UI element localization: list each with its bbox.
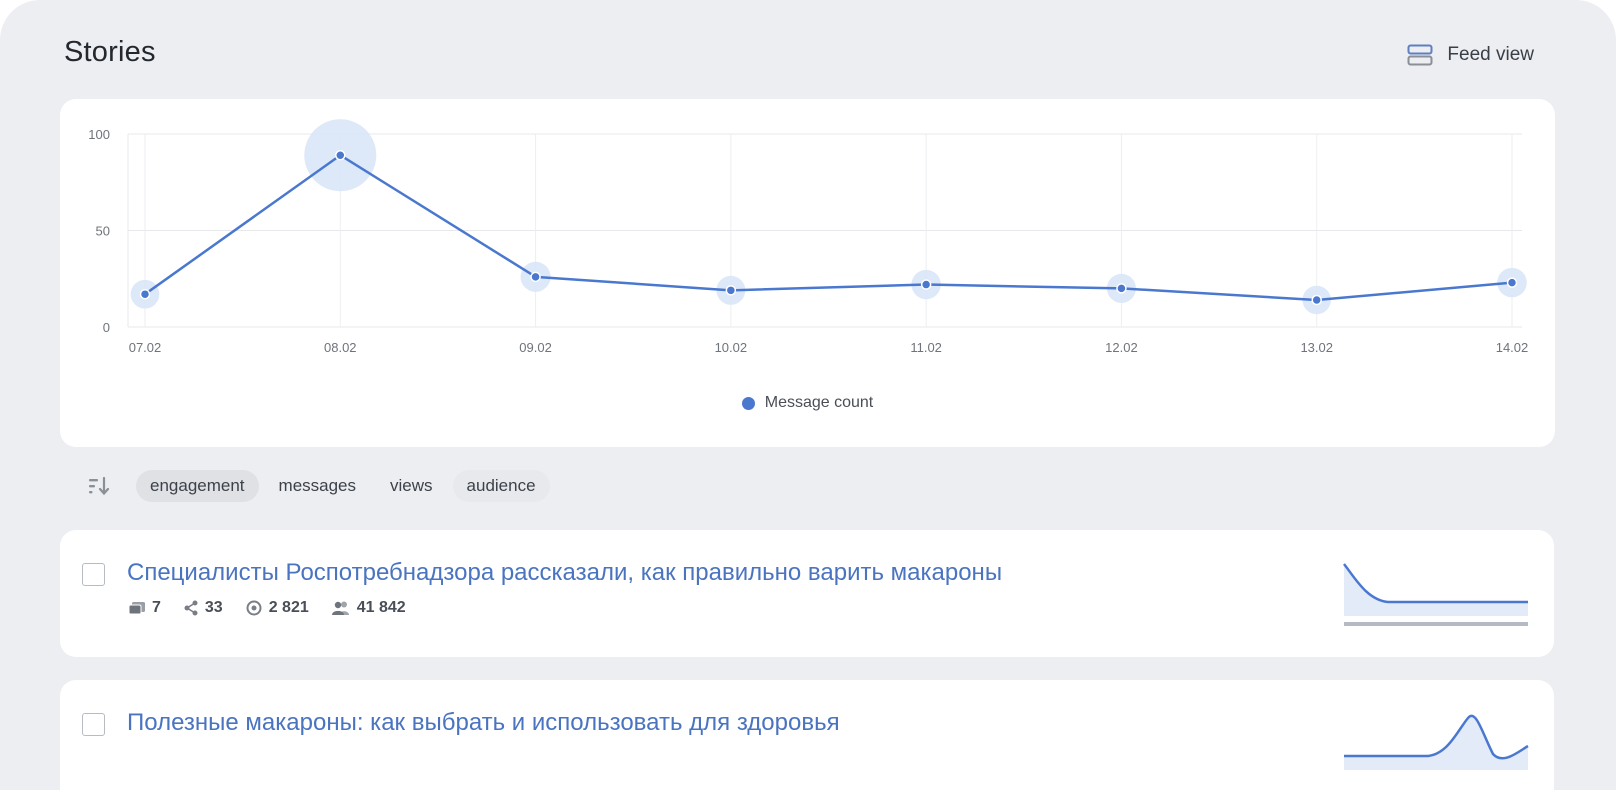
story-sparkline [1344, 714, 1529, 770]
sort-option-audience[interactable]: audience [452, 470, 550, 502]
stat-messages: 7 [128, 599, 161, 617]
stories-panel: Stories Feed view 0 50 100 07.02 08.02 09.02 1… [0, 0, 1616, 790]
story-title-link[interactable]: Полезные макароны: как выбрать и использ… [127, 709, 840, 737]
y-tick-label: 0 [103, 320, 110, 335]
x-tick-label: 14.02 [1496, 340, 1529, 355]
story-stats: 7 33 2 821 41 842 [128, 599, 428, 617]
story-checkbox[interactable] [82, 563, 105, 586]
shares-count: 33 [204, 599, 223, 616]
x-tick-label: 12.02 [1105, 340, 1138, 355]
legend-marker [741, 396, 755, 410]
data-point [1506, 277, 1518, 288]
page-title: Stories [64, 36, 156, 68]
sort-descending-icon[interactable] [86, 473, 112, 499]
y-tick-label: 50 [96, 224, 110, 239]
audience-icon [331, 600, 357, 616]
messages-count: 7 [152, 599, 161, 616]
feed-view-icon [1407, 44, 1433, 66]
data-point [139, 288, 151, 300]
audience-count: 41 842 [356, 599, 406, 616]
x-tick-label: 07.02 [129, 340, 162, 355]
data-point [1311, 294, 1322, 306]
sort-option-engagement[interactable]: engagement [136, 470, 259, 502]
story-title-link[interactable]: Специалисты Роспотребнадзора рассказали,… [127, 559, 1002, 587]
sort-option-messages[interactable]: messages [265, 470, 370, 502]
messages-icon [128, 601, 152, 615]
data-point [725, 285, 737, 296]
chart-legend: Message count [60, 394, 1555, 412]
x-tick-label: 10.02 [715, 340, 748, 355]
story-card: Специалисты Роспотребнадзора рассказали,… [60, 530, 1554, 657]
message-count-chart: 0 50 100 07.02 08.02 09.02 10.02 11.02 12.02 13.0… [60, 99, 1555, 447]
sort-bar: engagement messages views audience [86, 468, 556, 504]
legend-label: Message count [764, 394, 874, 411]
data-point [1116, 283, 1127, 294]
x-tick-label: 08.02 [324, 340, 357, 355]
stat-views: 2 821 [245, 599, 309, 617]
y-tick-label: 100 [88, 127, 110, 142]
share-icon [183, 600, 205, 616]
story-sparkline [1343, 563, 1528, 626]
data-point [335, 149, 346, 161]
x-tick-label: 13.02 [1300, 340, 1333, 355]
story-checkbox[interactable] [82, 713, 105, 736]
data-point [530, 271, 541, 283]
x-tick-label: 09.02 [519, 340, 552, 355]
sort-option-views[interactable]: views [376, 470, 447, 502]
data-point [920, 279, 932, 290]
stat-shares: 33 [183, 599, 223, 617]
views-count: 2 821 [268, 599, 309, 616]
story-card: Полезные макароны: как выбрать и использ… [60, 680, 1554, 790]
x-tick-label: 11.02 [910, 340, 942, 355]
eye-icon [245, 600, 269, 616]
feed-view-label: Feed view [1447, 44, 1534, 65]
feed-view-toggle[interactable]: Feed view [1407, 44, 1534, 66]
stat-audience: 41 842 [331, 599, 406, 617]
